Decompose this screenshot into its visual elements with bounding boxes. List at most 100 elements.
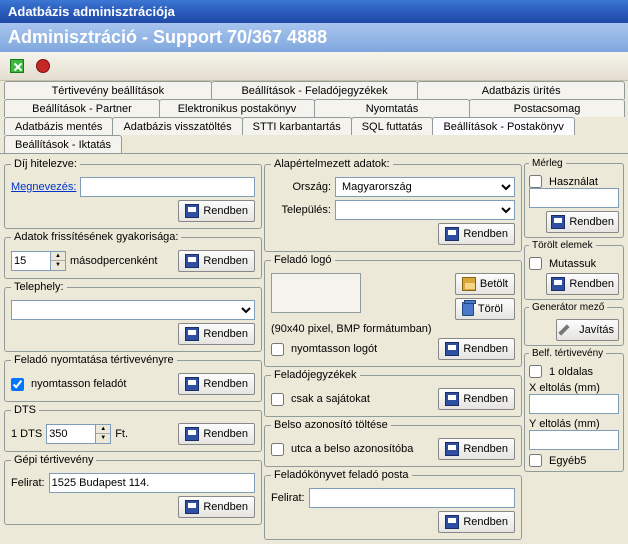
x-eltolas-label: X eltolás (mm) [529, 382, 619, 394]
save-icon [445, 227, 459, 241]
tab-sql[interactable]: SQL futtatás [351, 117, 434, 135]
csak-sajat-checkbox[interactable] [271, 393, 284, 406]
rendben-button-frissites[interactable]: Rendben [178, 250, 255, 272]
window-title: Adatbázis adminisztrációja [8, 4, 175, 19]
rendben-button-merleg[interactable]: Rendben [546, 211, 619, 233]
fs-dij-hitelezve: Díj hitelezve: Megnevezés: Rendben [4, 158, 262, 229]
tab-iktatas[interactable]: Beállítások - Iktatás [4, 135, 122, 153]
torol-button[interactable]: Töröl [455, 298, 515, 320]
tab-stti[interactable]: STTI karbantartás [242, 117, 352, 135]
window-titlebar: Adatbázis adminisztrációja [0, 0, 628, 23]
utca-belso-checkbox[interactable] [271, 443, 284, 456]
close-tool-button[interactable] [6, 55, 28, 77]
tab-mentes[interactable]: Adatbázis mentés [4, 117, 113, 135]
rendben-button-alap[interactable]: Rendben [438, 223, 515, 245]
fs-telephely: Telephely: Rendben [4, 281, 262, 352]
rendben-button-logo[interactable]: Rendben [438, 338, 515, 360]
frissites-unit: másodpercenként [70, 255, 157, 267]
fs-logo-legend: Feladó logó [271, 254, 335, 266]
rendben-button-gepi[interactable]: Rendben [178, 496, 255, 518]
rendben-button-torolt[interactable]: Rendben [546, 273, 619, 295]
save-icon [185, 204, 199, 218]
hasznalat-checkbox[interactable] [529, 175, 542, 188]
nyomtasson-logo-checkbox[interactable] [271, 343, 284, 356]
save-icon [445, 342, 459, 356]
spin-up-icon[interactable]: ▲ [96, 425, 110, 434]
tab-partner[interactable]: Beállítások - Partner [4, 99, 160, 117]
tab-adatbazis-urites[interactable]: Adatbázis ürítés [417, 81, 625, 99]
tab-visszatoltes[interactable]: Adatbázis visszatöltés [112, 117, 242, 135]
subtitle-bar: Adminisztráció - Support 70/367 4888 [0, 23, 628, 52]
tab-row-3: Adatbázis mentés Adatbázis visszatöltés … [0, 117, 628, 154]
y-eltolas-input[interactable] [529, 430, 619, 450]
fs-gepi-tertiveveny: Gépi tértivevény Felirat: Rendben [4, 454, 262, 525]
merleg-input[interactable] [529, 188, 619, 208]
dts-suffix: Ft. [115, 428, 128, 440]
spin-down-icon[interactable]: ▼ [96, 434, 110, 442]
trash-icon [462, 302, 474, 316]
save-icon [445, 392, 459, 406]
frissites-value[interactable] [11, 251, 51, 271]
rendben-button-dij[interactable]: Rendben [178, 200, 255, 222]
tab-row-1: Tértivevény beállítások Beállítások - Fe… [0, 81, 628, 99]
stop-tool-button[interactable] [32, 55, 54, 77]
telepules-select[interactable] [335, 200, 515, 220]
fposta-felirat-label: Felirat: [271, 492, 305, 504]
wrench-icon [561, 323, 575, 337]
dts-spinner[interactable]: ▲▼ [46, 424, 111, 444]
megnevezes-input[interactable] [80, 177, 255, 197]
tab-feladojegyzekek[interactable]: Beállítások - Feladójegyzékek [211, 81, 419, 99]
column-3: Mérleg Használat Rendben Törölt elemek M… [524, 158, 624, 540]
x-eltolas-input[interactable] [529, 394, 619, 414]
rendben-button-fposta[interactable]: Rendben [438, 511, 515, 533]
frissites-spinner[interactable]: ▲▼ [11, 251, 66, 271]
fs-gepi-legend: Gépi tértivevény [11, 454, 96, 466]
oldalas-checkbox[interactable] [529, 365, 542, 378]
folder-open-icon [462, 277, 476, 291]
egyeb5-checkbox[interactable] [529, 454, 542, 467]
tab-epostakonyv[interactable]: Elektronikus postakönyv [159, 99, 315, 117]
logo-preview [271, 273, 361, 313]
tab-postacsomag[interactable]: Postacsomag [469, 99, 625, 117]
save-icon [185, 500, 199, 514]
spin-up-icon[interactable]: ▲ [51, 252, 65, 261]
mutassuk-checkbox[interactable] [529, 257, 542, 270]
fs-torolt-legend: Törölt elemek [529, 240, 596, 251]
gepi-felirat-input[interactable] [49, 473, 255, 493]
fs-belf-tertiveveny: Belf. tértivevény 1 oldalas X eltolás (m… [524, 348, 624, 472]
javitas-button[interactable]: Javítás [556, 319, 619, 341]
telepules-label: Település: [271, 204, 331, 216]
rendben-button-belso[interactable]: Rendben [438, 438, 515, 460]
rendben-button-nyomt[interactable]: Rendben [178, 373, 255, 395]
hasznalat-label: Használat [549, 176, 598, 188]
orszag-select[interactable]: Magyarország [335, 177, 515, 197]
megnevezes-label[interactable]: Megnevezés: [11, 181, 76, 193]
content-area: Díj hitelezve: Megnevezés: Rendben Adato… [0, 154, 628, 544]
fs-generator: Generátor mező Javítás [524, 302, 624, 346]
fs-fjegyzek-legend: Feladójegyzékek [271, 369, 360, 381]
dts-pre-label: 1 DTS [11, 428, 42, 440]
rendben-button-telephely[interactable]: Rendben [178, 323, 255, 345]
orszag-label: Ország: [271, 181, 331, 193]
spin-down-icon[interactable]: ▼ [51, 261, 65, 269]
tab-nyomtatas[interactable]: Nyomtatás [314, 99, 470, 117]
nyomtasson-felado-checkbox[interactable] [11, 378, 24, 391]
tab-postakonyv[interactable]: Beállítások - Postakönyv [432, 117, 574, 135]
save-icon [185, 254, 199, 268]
telephely-select[interactable] [11, 300, 255, 320]
tab-tertivenyek[interactable]: Tértivevény beállítások [4, 81, 212, 99]
betolt-button[interactable]: Betölt [455, 273, 515, 295]
save-icon [185, 427, 199, 441]
fs-felado-posta: Feladókönyvet feladó posta Felirat: Rend… [264, 469, 522, 540]
rendben-button-fjegyzek[interactable]: Rendben [438, 388, 515, 410]
rendben-button-dts[interactable]: Rendben [178, 423, 255, 445]
save-icon [445, 442, 459, 456]
fs-nyomt-tertiv-legend: Feladó nyomtatása tértivevényre [11, 354, 177, 366]
fs-merleg: Mérleg Használat Rendben [524, 158, 624, 238]
oldalas-label: 1 oldalas [549, 366, 593, 378]
fs-fposta-legend: Feladókönyvet feladó posta [271, 469, 412, 481]
logo-hint: (90x40 pixel, BMP formátumban) [271, 323, 432, 335]
fposta-felirat-input[interactable] [309, 488, 515, 508]
dts-value[interactable] [46, 424, 96, 444]
tab-row-2: Beállítások - Partner Elektronikus posta… [0, 99, 628, 117]
